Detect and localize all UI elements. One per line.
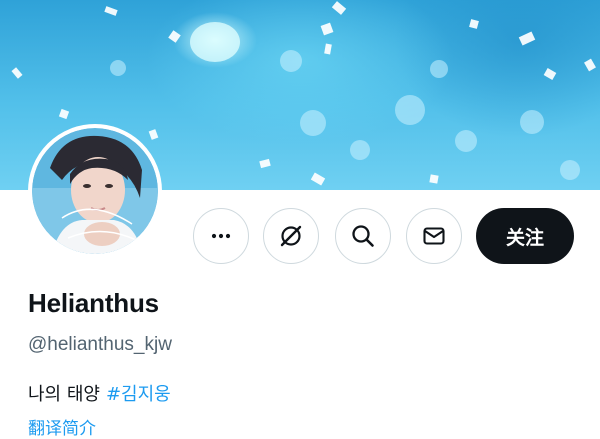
translate-bio-link[interactable]: 翻译简介 (28, 414, 96, 439)
more-button[interactable] (193, 208, 249, 264)
bio-text: 나의 태양 (28, 384, 100, 405)
grok-button[interactable] (263, 208, 319, 264)
profile-avatar[interactable] (28, 124, 162, 258)
envelope-icon (423, 227, 445, 245)
more-horizontal-icon (211, 233, 231, 239)
search-icon (352, 225, 374, 247)
search-button[interactable] (335, 208, 391, 264)
bio-hashtag-link[interactable]: #김지웅 (106, 384, 171, 405)
avatar-photo (32, 128, 158, 254)
follow-button[interactable]: 关注 (476, 208, 574, 264)
user-handle: @helianthus_kjw (28, 334, 172, 355)
grok-slash-circle-icon (280, 225, 302, 247)
message-button[interactable] (406, 208, 462, 264)
display-name: Helianthus (28, 288, 159, 318)
profile-bio: 나의 태양 #김지웅 (28, 380, 171, 406)
